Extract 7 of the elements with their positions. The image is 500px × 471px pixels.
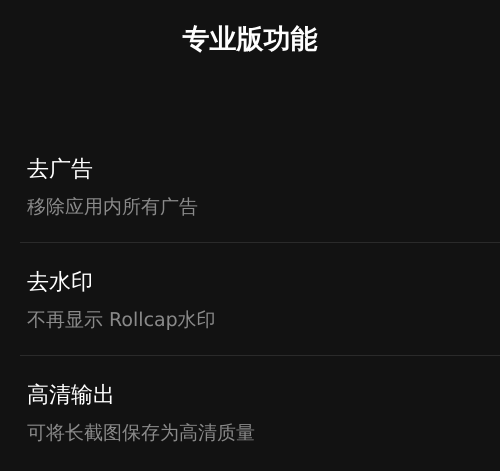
feature-title: 去广告	[27, 156, 94, 184]
feature-description: 不再显示 Rollcap水印	[27, 308, 217, 333]
feature-description: 可将长截图保存为高清质量	[27, 421, 256, 446]
feature-title: 高清输出	[27, 382, 116, 410]
feature-title: 去水印	[27, 269, 94, 297]
page-title: 专业版功能	[182, 23, 318, 57]
feature-description: 移除应用内所有广告	[27, 195, 199, 220]
